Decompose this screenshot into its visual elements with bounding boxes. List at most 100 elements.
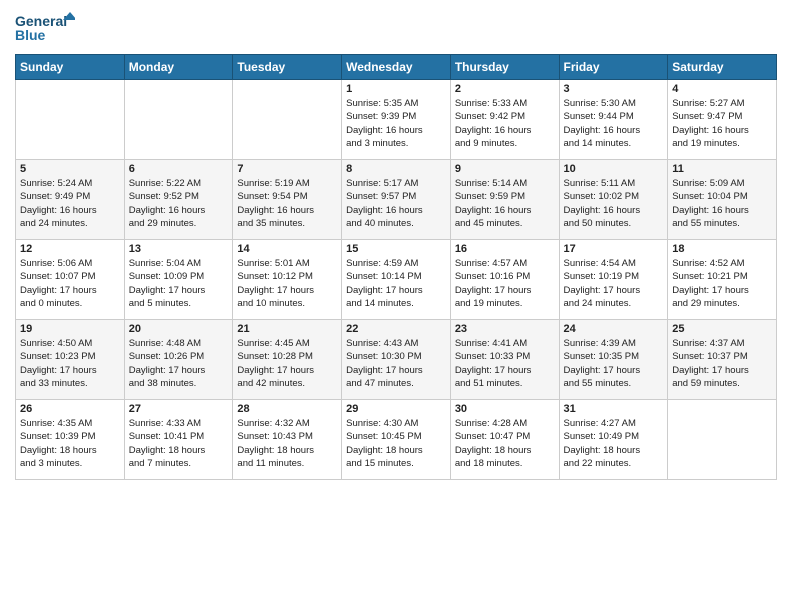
day-info: Sunrise: 5:17 AM Sunset: 9:57 PM Dayligh… — [346, 177, 446, 230]
day-number: 28 — [237, 403, 337, 415]
col-header-sunday: Sunday — [16, 55, 125, 80]
day-cell: 8 Sunrise: 5:17 AM Sunset: 9:57 PM Daylig… — [342, 160, 451, 240]
col-header-thursday: Thursday — [450, 55, 559, 80]
day-number: 10 — [564, 163, 664, 175]
day-number: 25 — [672, 323, 772, 335]
day-cell: 16Sunrise: 4:57 AM Sunset: 10:16 PM Dayl… — [450, 240, 559, 320]
day-cell: 26Sunrise: 4:35 AM Sunset: 10:39 PM Dayl… — [16, 400, 125, 480]
day-number: 31 — [564, 403, 664, 415]
header: General Blue — [15, 10, 777, 46]
day-number: 8 — [346, 163, 446, 175]
day-info: Sunrise: 4:52 AM Sunset: 10:21 PM Daylig… — [672, 257, 772, 310]
day-number: 18 — [672, 243, 772, 255]
day-cell: 19 Sunrise: 4:50 AM Sunset: 10:23 PM Dayl… — [16, 320, 125, 400]
day-number: 12 — [20, 243, 120, 255]
day-info: Sunrise: 5:09 AM Sunset: 10:04 PM Daylig… — [672, 177, 772, 230]
day-number: 22 — [346, 323, 446, 335]
day-cell: 15 Sunrise: 4:59 AM Sunset: 10:14 PM Dayl… — [342, 240, 451, 320]
day-info: Sunrise: 4:57 AM Sunset: 10:16 PM Daylig… — [455, 257, 555, 310]
day-info: Sunrise: 4:35 AM Sunset: 10:39 PM Daylig… — [20, 417, 120, 470]
day-cell: 6 Sunrise: 5:22 AM Sunset: 9:52 PM Daylig… — [124, 160, 233, 240]
day-cell: 23 Sunrise: 4:41 AM Sunset: 10:33 PM Dayl… — [450, 320, 559, 400]
day-info: Sunrise: 5:04 AM Sunset: 10:09 PM Daylig… — [129, 257, 229, 310]
day-info: Sunrise: 5:01 AM Sunset: 10:12 PM Daylig… — [237, 257, 337, 310]
day-cell — [233, 80, 342, 160]
day-cell: 21 Sunrise: 4:45 AM Sunset: 10:28 PM Dayl… — [233, 320, 342, 400]
day-cell: 12 Sunrise: 5:06 AM Sunset: 10:07 PM Dayl… — [16, 240, 125, 320]
day-cell: 20 Sunrise: 4:48 AM Sunset: 10:26 PM Dayl… — [124, 320, 233, 400]
calendar-table: SundayMondayTuesdayWednesdayThursdayFrid… — [15, 54, 777, 480]
day-number: 9 — [455, 163, 555, 175]
svg-text:Blue: Blue — [15, 27, 46, 43]
day-number: 19 — [20, 323, 120, 335]
day-number: 27 — [129, 403, 229, 415]
day-info: Sunrise: 4:27 AM Sunset: 10:49 PM Daylig… — [564, 417, 664, 470]
logo: General Blue — [15, 10, 75, 46]
day-cell: 24Sunrise: 4:39 AM Sunset: 10:35 PM Dayl… — [559, 320, 668, 400]
day-number: 29 — [346, 403, 446, 415]
day-cell: 25 Sunrise: 4:37 AM Sunset: 10:37 PM Dayl… — [668, 320, 777, 400]
day-number: 2 — [455, 83, 555, 95]
day-cell: 27 Sunrise: 4:33 AM Sunset: 10:41 PM Dayl… — [124, 400, 233, 480]
day-number: 30 — [455, 403, 555, 415]
day-number: 3 — [564, 83, 664, 95]
day-info: Sunrise: 4:54 AM Sunset: 10:19 PM Daylig… — [564, 257, 664, 310]
day-info: Sunrise: 4:32 AM Sunset: 10:43 PM Daylig… — [237, 417, 337, 470]
day-info: Sunrise: 4:59 AM Sunset: 10:14 PM Daylig… — [346, 257, 446, 310]
day-info: Sunrise: 5:22 AM Sunset: 9:52 PM Dayligh… — [129, 177, 229, 230]
day-number: 6 — [129, 163, 229, 175]
day-cell: 28 Sunrise: 4:32 AM Sunset: 10:43 PM Dayl… — [233, 400, 342, 480]
day-cell: 18 Sunrise: 4:52 AM Sunset: 10:21 PM Dayl… — [668, 240, 777, 320]
day-number: 5 — [20, 163, 120, 175]
day-info: Sunrise: 5:11 AM Sunset: 10:02 PM Daylig… — [564, 177, 664, 230]
day-number: 20 — [129, 323, 229, 335]
col-header-friday: Friday — [559, 55, 668, 80]
day-cell: 5 Sunrise: 5:24 AM Sunset: 9:49 PM Daylig… — [16, 160, 125, 240]
day-info: Sunrise: 4:30 AM Sunset: 10:45 PM Daylig… — [346, 417, 446, 470]
day-info: Sunrise: 4:50 AM Sunset: 10:23 PM Daylig… — [20, 337, 120, 390]
day-info: Sunrise: 4:37 AM Sunset: 10:37 PM Daylig… — [672, 337, 772, 390]
day-number: 1 — [346, 83, 446, 95]
day-cell: 31 Sunrise: 4:27 AM Sunset: 10:49 PM Dayl… — [559, 400, 668, 480]
day-info: Sunrise: 5:30 AM Sunset: 9:44 PM Dayligh… — [564, 97, 664, 150]
day-number: 7 — [237, 163, 337, 175]
day-cell: 14 Sunrise: 5:01 AM Sunset: 10:12 PM Dayl… — [233, 240, 342, 320]
day-info: Sunrise: 4:45 AM Sunset: 10:28 PM Daylig… — [237, 337, 337, 390]
day-info: Sunrise: 4:41 AM Sunset: 10:33 PM Daylig… — [455, 337, 555, 390]
day-number: 11 — [672, 163, 772, 175]
day-number: 17 — [564, 243, 664, 255]
day-cell — [124, 80, 233, 160]
day-info: Sunrise: 5:14 AM Sunset: 9:59 PM Dayligh… — [455, 177, 555, 230]
col-header-wednesday: Wednesday — [342, 55, 451, 80]
day-cell: 30Sunrise: 4:28 AM Sunset: 10:47 PM Dayl… — [450, 400, 559, 480]
day-number: 4 — [672, 83, 772, 95]
day-info: Sunrise: 5:27 AM Sunset: 9:47 PM Dayligh… — [672, 97, 772, 150]
col-header-saturday: Saturday — [668, 55, 777, 80]
day-cell: 2 Sunrise: 5:33 AM Sunset: 9:42 PM Daylig… — [450, 80, 559, 160]
day-info: Sunrise: 4:48 AM Sunset: 10:26 PM Daylig… — [129, 337, 229, 390]
logo-svg: General Blue — [15, 10, 75, 46]
day-cell: 4 Sunrise: 5:27 AM Sunset: 9:47 PM Daylig… — [668, 80, 777, 160]
day-cell: 11 Sunrise: 5:09 AM Sunset: 10:04 PM Dayl… — [668, 160, 777, 240]
calendar-page: General Blue SundayMondayTuesdayWednesda… — [0, 0, 792, 612]
day-info: Sunrise: 4:33 AM Sunset: 10:41 PM Daylig… — [129, 417, 229, 470]
day-number: 21 — [237, 323, 337, 335]
day-info: Sunrise: 4:43 AM Sunset: 10:30 PM Daylig… — [346, 337, 446, 390]
header-row: SundayMondayTuesdayWednesdayThursdayFrid… — [16, 55, 777, 80]
day-number: 14 — [237, 243, 337, 255]
day-cell: 17 Sunrise: 4:54 AM Sunset: 10:19 PM Dayl… — [559, 240, 668, 320]
day-cell: 29 Sunrise: 4:30 AM Sunset: 10:45 PM Dayl… — [342, 400, 451, 480]
day-info: Sunrise: 5:33 AM Sunset: 9:42 PM Dayligh… — [455, 97, 555, 150]
day-cell: 7 Sunrise: 5:19 AM Sunset: 9:54 PM Daylig… — [233, 160, 342, 240]
week-row-4: 19 Sunrise: 4:50 AM Sunset: 10:23 PM Dayl… — [16, 320, 777, 400]
day-info: Sunrise: 5:24 AM Sunset: 9:49 PM Dayligh… — [20, 177, 120, 230]
week-row-5: 26Sunrise: 4:35 AM Sunset: 10:39 PM Dayl… — [16, 400, 777, 480]
week-row-3: 12 Sunrise: 5:06 AM Sunset: 10:07 PM Dayl… — [16, 240, 777, 320]
day-cell: 10 Sunrise: 5:11 AM Sunset: 10:02 PM Dayl… — [559, 160, 668, 240]
day-cell: 3 Sunrise: 5:30 AM Sunset: 9:44 PM Daylig… — [559, 80, 668, 160]
day-info: Sunrise: 5:06 AM Sunset: 10:07 PM Daylig… — [20, 257, 120, 310]
day-number: 15 — [346, 243, 446, 255]
day-number: 23 — [455, 323, 555, 335]
day-cell — [16, 80, 125, 160]
day-info: Sunrise: 5:19 AM Sunset: 9:54 PM Dayligh… — [237, 177, 337, 230]
